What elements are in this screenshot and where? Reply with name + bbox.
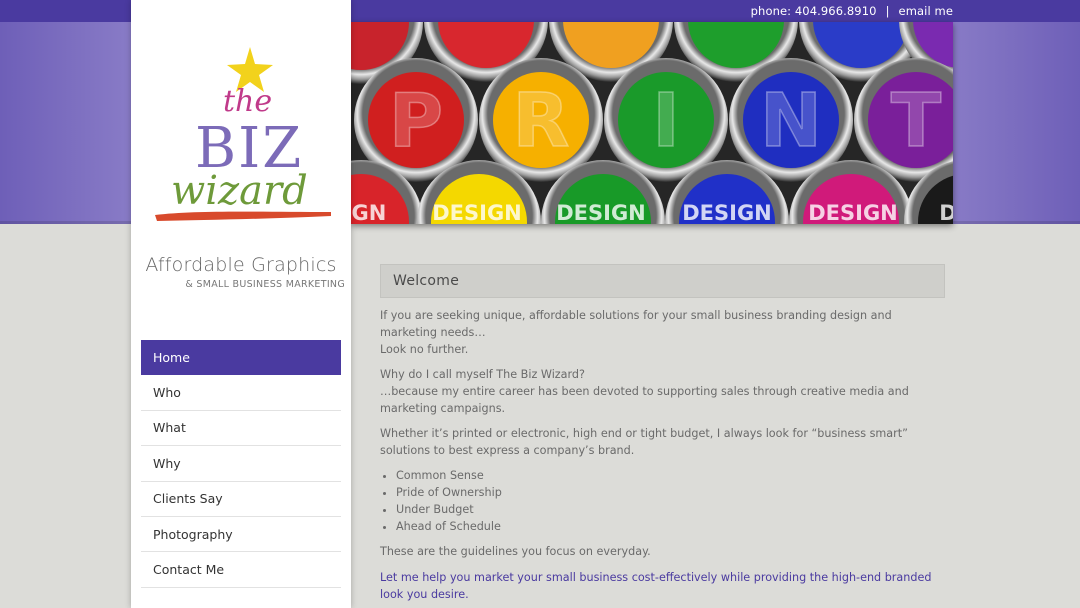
- main-nav: Home Who What Why Clients Say Photograph…: [141, 340, 341, 588]
- nav-item-what[interactable]: What: [141, 411, 341, 447]
- nav-item-home[interactable]: Home: [141, 340, 341, 376]
- guidelines-paragraph: These are the guidelines you focus on ev…: [380, 545, 651, 558]
- email-me-link[interactable]: email me: [899, 4, 953, 18]
- call-to-action-text: Let me help you market your small busine…: [380, 571, 932, 601]
- logo-swoosh: [155, 211, 331, 221]
- why-answer: …because my entire career has been devot…: [380, 385, 909, 415]
- design-word: DESIGN: [556, 201, 646, 224]
- sidebar: the BIZ wizard Affordable Graphics & sma…: [131, 0, 351, 608]
- nav-item-clients-say[interactable]: Clients Say: [141, 482, 341, 517]
- biz-wizard-logo[interactable]: the BIZ wizard: [147, 44, 337, 234]
- main-content: Welcome If you are seeking unique, affor…: [380, 264, 945, 603]
- design-word: D: [939, 201, 953, 224]
- list-item: Pride of Ownership: [396, 484, 945, 501]
- separator: |: [885, 4, 890, 18]
- why-paragraph: Why do I call myself The Biz Wizard? …bec…: [380, 366, 945, 417]
- intro-text-2: Look no further.: [380, 343, 469, 356]
- nav-item-contact-me[interactable]: Contact Me: [141, 552, 341, 588]
- list-item: Under Budget: [396, 501, 945, 518]
- paint-cans-illustration: P R I N T IGN DESIGN DESIGN DESIGN DESIG…: [351, 22, 953, 224]
- print-letter: N: [760, 78, 822, 164]
- tagline-small-business-marketing: & small business marketing: [185, 279, 345, 290]
- page-title: Welcome: [380, 264, 945, 298]
- intro-paragraph: If you are seeking unique, affordable so…: [380, 307, 945, 358]
- print-letter: P: [389, 78, 443, 164]
- design-word: IGN: [351, 201, 386, 224]
- nav-item-photography[interactable]: Photography: [141, 517, 341, 553]
- list-item: Ahead of Schedule: [396, 518, 945, 535]
- contact-info: phone: 404.966.8910 | email me: [751, 4, 953, 18]
- design-word: DESIGN: [682, 201, 772, 224]
- why-question: Why do I call myself The Biz Wizard?: [380, 368, 585, 381]
- print-letter: R: [513, 78, 570, 164]
- design-word: DESIGN: [432, 201, 522, 224]
- intro-text: If you are seeking unique, affordable so…: [380, 309, 892, 339]
- logo-wizard-text: wizard: [171, 168, 308, 214]
- nav-item-why[interactable]: Why: [141, 446, 341, 482]
- print-letter: T: [891, 78, 942, 164]
- design-word: DESIGN: [808, 201, 898, 224]
- brand-paragraph: Whether it’s printed or electronic, high…: [380, 427, 908, 457]
- logo-the-text: the: [223, 84, 272, 119]
- content-body: If you are seeking unique, affordable so…: [380, 307, 945, 603]
- header-banner-image: P R I N T IGN DESIGN DESIGN DESIGN DESIG…: [351, 22, 953, 224]
- phone-number: phone: 404.966.8910: [750, 4, 877, 18]
- tagline-affordable-graphics: Affordable Graphics: [145, 254, 337, 276]
- guidelines-list: Common Sense Pride of Ownership Under Bu…: [380, 467, 945, 535]
- list-item: Common Sense: [396, 467, 945, 484]
- nav-item-who[interactable]: Who: [141, 375, 341, 411]
- print-letter: I: [652, 78, 680, 164]
